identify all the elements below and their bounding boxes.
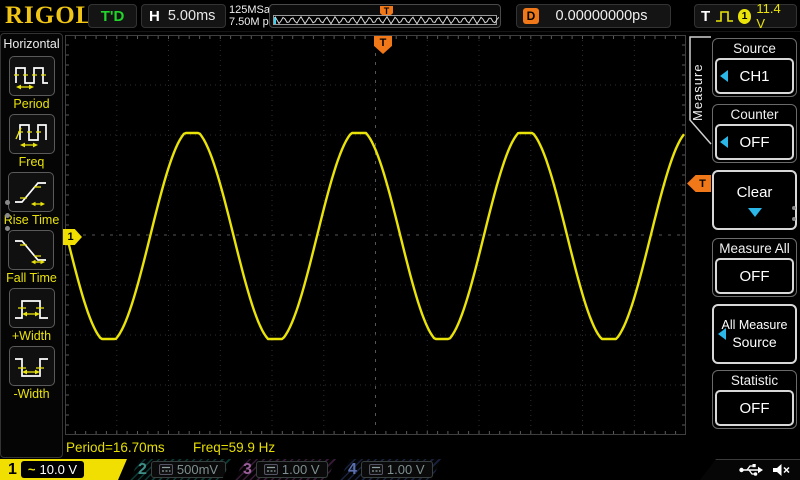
menu-item-measure-all[interactable]: Measure All OFF [712,238,797,297]
freq-readout: Freq=59.9 Hz [193,440,276,455]
plus-width-button[interactable] [8,288,55,328]
dc-coupling-icon [159,464,173,475]
oscilloscope-screen: RIGOL T'D H 5.00ms 125MSa/s 7.50M pts T … [0,0,800,480]
rigol-logo: RIGOL [5,2,94,29]
fall-time-button[interactable] [8,230,55,270]
channel-3-scale: 1.00 V [281,462,320,477]
ac-coupling-icon: ~ [27,461,36,477]
delay-label-icon: D [523,8,539,24]
menu-item-freq[interactable]: Freq [8,114,55,169]
timebase-value: 5.00ms [167,8,216,24]
measure-all-value-button[interactable]: OFF [715,258,794,294]
plus-width-icon [14,300,48,319]
channel-2-block[interactable]: 2 500mV [130,459,231,480]
horizontal-timebase-box[interactable]: H 5.00ms [141,4,226,28]
right-menu-page-dots [792,206,796,221]
waveform-memory-preview[interactable]: T [269,4,501,28]
rise-time-button[interactable] [8,172,55,212]
statistic-label: Statistic [730,373,779,388]
system-status-block [700,459,800,480]
channel-3-block[interactable]: 3 1.00 V [235,459,336,480]
source-label: Source [733,41,776,56]
menu-item-statistic[interactable]: Statistic OFF [712,370,797,429]
freq-label: Freq [18,155,45,169]
delay-value: 0.00000000ps [555,8,648,24]
rise-time-icon [15,182,47,207]
all-measure-label: All Measure [721,318,788,332]
channel-4-number: 4 [348,460,357,478]
trigger-status-text: T'D [100,7,125,25]
preview-strip [273,15,499,25]
chevron-left-icon [718,328,726,340]
measure-all-value: OFF [739,267,770,285]
dc-coupling-icon [369,464,383,475]
minus-width-button[interactable] [8,346,55,386]
delay-box[interactable]: D 0.00000000ps [516,4,671,28]
minus-width-icon [14,358,48,377]
period-label: Period [13,97,50,111]
rise-time-label: Rise Time [3,213,60,227]
top-status-bar: RIGOL T'D H 5.00ms 125MSa/s 7.50M pts T … [0,0,800,32]
menu-item-plus-width[interactable]: +Width [8,288,55,343]
menu-item-source[interactable]: Source CH1 [712,38,797,97]
minus-width-label: -Width [13,387,50,401]
fall-time-label: Fall Time [6,271,57,285]
menu-item-rise-time[interactable]: Rise Time [3,172,60,227]
counter-label: Counter [730,107,779,122]
chevron-left-icon [720,136,728,148]
channel-3-number: 3 [243,460,252,478]
menu-item-counter[interactable]: Counter OFF [712,104,797,163]
counter-value-button[interactable]: OFF [715,124,794,160]
source-value: CH1 [739,67,770,85]
freq-button[interactable] [8,114,55,154]
counter-value: OFF [739,133,770,151]
channel-1-number: 1 [8,460,17,478]
chevron-down-icon [747,207,762,217]
period-button[interactable] [8,56,55,96]
speaker-muted-icon [773,464,790,476]
measure-all-label: Measure All [719,241,790,256]
chevron-left-icon [720,70,728,82]
channel-1-block[interactable]: 1 ~ 10.0 V [0,459,127,480]
h-label: H [149,7,160,25]
trigger-source-badge: 1 [737,8,752,24]
left-menu-page-dots [5,200,10,231]
graticule [65,35,686,435]
all-measure-source-value: Source [732,334,777,350]
left-menu-horizontal: Horizontal Period Freq Rise Time Fall Ti… [0,33,63,458]
statistic-value: OFF [739,399,770,417]
channel-1-scale: 10.0 V [39,462,78,477]
channel-status-bar: 1 ~ 10.0 V 2 500mV 3 1.00 V 4 1.00 V [0,459,800,480]
menu-item-period[interactable]: Period [8,56,55,111]
preview-wave [275,15,499,25]
trigger-level-value: 11.4 V [756,1,781,31]
left-menu-title: Horizontal [3,37,60,51]
plus-width-label: +Width [11,329,52,343]
trigger-level-marker[interactable]: T [687,175,711,192]
channel-2-scale: 500mV [176,462,219,477]
trigger-status-badge: T'D [88,4,137,28]
period-icon [13,67,48,90]
dc-coupling-icon [264,464,278,475]
source-value-button[interactable]: CH1 [715,58,794,94]
fall-time-icon [15,240,47,265]
channel-4-block[interactable]: 4 1.00 V [340,459,441,480]
measurement-readouts: Period=16.70ms Freq=59.9 Hz [0,440,686,458]
usb-icon [739,464,763,476]
freq-icon [14,124,47,148]
period-readout: Period=16.70ms [66,440,165,455]
channel-2-number: 2 [138,460,147,478]
trigger-info-box[interactable]: T 1 11.4 V [694,1,797,31]
menu-item-minus-width[interactable]: -Width [8,346,55,401]
clear-label: Clear [736,183,773,201]
measure-menu-tab: Measure [684,36,712,148]
measure-tab-label: Measure [690,63,705,121]
trigger-edge-icon [716,10,733,22]
menu-item-clear[interactable]: Clear [712,170,797,230]
trigger-label: T [701,7,711,25]
statistic-value-button[interactable]: OFF [715,390,794,426]
menu-item-all-measure-source[interactable]: All Measure Source [712,304,797,364]
menu-item-fall-time[interactable]: Fall Time [6,230,57,285]
channel-4-scale: 1.00 V [386,462,425,477]
